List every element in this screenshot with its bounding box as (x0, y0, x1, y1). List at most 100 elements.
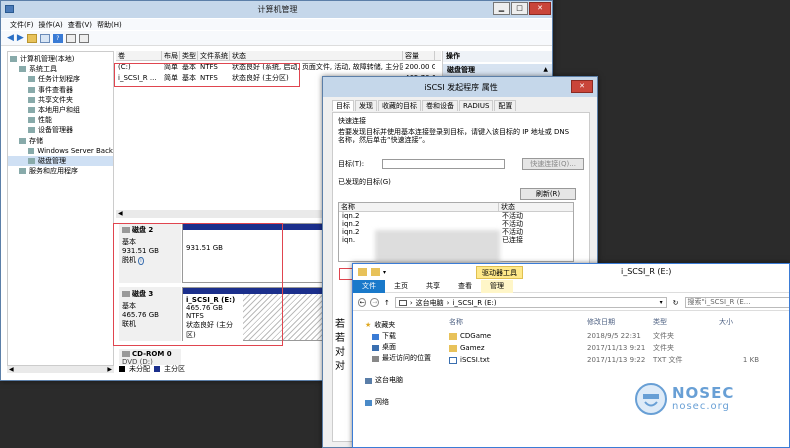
iscsi-tab[interactable]: 目标 (332, 100, 354, 111)
nav-desktop[interactable]: 桌面 (353, 342, 441, 353)
tree-item[interactable]: 事件查看器 (8, 85, 113, 95)
nosec-logo-icon (635, 383, 667, 415)
text-file-icon (449, 356, 457, 364)
iscsi-tab[interactable]: RADIUS (459, 100, 494, 111)
menu-view[interactable]: 查看(V) (63, 20, 92, 30)
tree-item[interactable]: 性能 (8, 115, 113, 125)
file-explorer-window: ▾ 驱动器工具 i_SCSI_R (E:) 文件 主页 共享 查看 管理 ← → ↑ ›… (352, 263, 790, 448)
fx-context-tab[interactable]: 驱动器工具 (476, 266, 523, 279)
fx-column-headers: 名称 修改日期 类型 大小 (443, 316, 789, 328)
col-size[interactable]: 大小 (719, 317, 759, 327)
tree-node-icon (28, 76, 35, 83)
iscsi-tab[interactable]: 卷和设备 (422, 100, 458, 111)
nosec-name: NOSEC (672, 384, 735, 402)
target-row[interactable]: iqn.2 不活动 (339, 212, 573, 220)
actions-disk-mgmt[interactable]: 磁盘管理 ▲ (443, 64, 552, 76)
volume-column-header[interactable]: 容量 (403, 50, 435, 61)
tree-item[interactable]: 任务计划程序 (8, 74, 113, 84)
obscured-text: 对 (335, 347, 345, 358)
tree-hscroll[interactable]: ◀ ▶ (7, 365, 114, 373)
close-button[interactable]: ✕ (529, 2, 551, 15)
menu-file[interactable]: 文件(F) (1, 20, 34, 30)
iscsi-title: iSCSI 发起程序 属性 (424, 82, 498, 92)
fx-ribbon-tab[interactable]: 文件 (353, 279, 385, 293)
nav-network[interactable]: 网络 (353, 397, 441, 408)
window-title: 计算机管理 (257, 5, 298, 14)
up-folder-icon[interactable] (26, 33, 37, 43)
tree-item[interactable]: 计算机管理(本地) (8, 54, 113, 64)
fx-ribbon-tab[interactable]: 共享 (417, 280, 449, 293)
fx-ribbon-tab[interactable]: 查看 (449, 280, 481, 293)
nav-recent[interactable]: 最近访问的位置 (353, 353, 441, 364)
volume-column-header[interactable]: 类型 (180, 50, 198, 61)
highlight-volumes (114, 63, 300, 87)
col-date[interactable]: 修改日期 (587, 317, 653, 327)
refresh-button[interactable]: 刷新(R) (520, 188, 576, 200)
col-name[interactable]: 名称 (443, 317, 587, 327)
tree-item[interactable]: 本地用户和组 (8, 105, 113, 115)
volume-column-header[interactable]: 状态 (230, 50, 403, 61)
title-bar: 计算机管理 ▁ □ ✕ (1, 1, 552, 18)
target-input[interactable] (381, 159, 506, 169)
iscsi-tab[interactable]: 发现 (355, 100, 377, 111)
tree-item[interactable]: 系统工具 (8, 64, 113, 74)
quick-connect-title: 快速连接 (338, 117, 366, 125)
volume-column-header[interactable]: 文件系统 (198, 50, 230, 61)
menu-help[interactable]: 帮助(H) (92, 20, 122, 30)
fx-file-row[interactable]: iSCSI.txt 2017/11/13 9:22 TXT 文件 1 KB (443, 354, 789, 366)
maximize-button[interactable]: □ (511, 2, 528, 15)
tree-item[interactable]: Windows Server Back (8, 146, 113, 156)
settings-icon[interactable] (78, 33, 89, 43)
fx-forward-icon[interactable]: → (370, 298, 379, 307)
iscsi-tab[interactable]: 收藏的目标 (378, 100, 421, 111)
fx-title-bar: ▾ 驱动器工具 i_SCSI_R (E:) (353, 264, 789, 280)
tree-panel: 计算机管理(本地) 系统工具 任务计划程序 事件查看器 共享文件夹 本地用户和组 性能 设备管… (7, 51, 114, 371)
tree-item[interactable]: 存储 (8, 136, 113, 146)
forward-icon[interactable]: ▶ (17, 33, 24, 43)
fx-file-row[interactable]: CDGame 2018/9/5 22:31 文件夹 (443, 330, 789, 342)
minimize-button[interactable]: ▁ (493, 2, 510, 15)
col-type[interactable]: 类型 (653, 317, 719, 327)
fx-refresh-icon[interactable]: ↻ (673, 299, 679, 307)
help-icon[interactable]: ? (52, 33, 63, 43)
fx-dropdown-icon[interactable]: ▾ (383, 269, 386, 276)
tree-node-icon (28, 127, 35, 134)
quick-connect-button[interactable]: 快速连接(Q)... (522, 158, 584, 170)
fx-quick-access-icon[interactable] (358, 268, 367, 276)
back-icon[interactable]: ◀ (7, 33, 14, 43)
fx-file-list: 名称 修改日期 类型 大小 CDGame 2018/9/5 22:31 文件夹 Gam… (443, 316, 789, 446)
volume-column-header[interactable]: 卷 (116, 50, 162, 61)
tree-item[interactable]: 共享文件夹 (8, 95, 113, 105)
volume-column-header[interactable]: 布局 (162, 50, 180, 61)
fx-ribbon-tab[interactable]: 管理 (481, 279, 513, 293)
view-icon[interactable] (65, 33, 76, 43)
fx-address-bar[interactable]: › 这台电脑 › i_SCSI_R (E:) ▾ (394, 297, 667, 308)
iscsi-tab[interactable]: 配置 (494, 100, 517, 111)
nav-downloads[interactable]: 下载 (353, 331, 441, 342)
iscsi-close-button[interactable]: ✕ (571, 80, 593, 93)
fx-folder-icon[interactable] (371, 268, 380, 276)
quick-connect-desc: 若要发现目标并使用基本连接登录到目标，请键入该目标的 IP 地址或 DNS 名称… (338, 128, 570, 144)
fx-ribbon-tab[interactable]: 主页 (385, 280, 417, 293)
nav-this-pc[interactable]: 这台电脑 (353, 375, 441, 386)
tree-node-icon (19, 168, 26, 175)
iscsi-tabs: 目标 发现 收藏的目标 卷和设备 RADIUS 配置 (332, 100, 517, 112)
tree-node-icon (28, 117, 35, 124)
fx-search-input[interactable]: 搜索"i_SCSI_R (E... (684, 297, 789, 308)
tree-item[interactable]: 服务和应用程序 (8, 166, 113, 176)
folder-icon (449, 344, 457, 352)
fx-back-icon[interactable]: ← (358, 298, 367, 307)
target-row[interactable]: iqn.2 不活动 (339, 220, 573, 228)
nav-favorites[interactable]: ★ 收藏夹 (353, 320, 441, 331)
obscured-text: 对 (335, 361, 345, 372)
tree-item[interactable]: 磁盘管理 (8, 155, 113, 167)
tree-node-icon (28, 107, 35, 114)
actions-title: 操作 (443, 51, 552, 62)
properties-icon[interactable] (39, 33, 50, 43)
fx-pc-icon (398, 299, 407, 306)
menu-action[interactable]: 操作(A) (34, 20, 63, 30)
fx-nav-pane: ★ 收藏夹 下载 桌面 最近访问的位置 这台电脑 网络 (353, 312, 441, 447)
fx-up-icon[interactable]: ↑ (384, 299, 390, 307)
fx-file-row[interactable]: Gamez 2017/11/13 9:21 文件夹 (443, 342, 789, 354)
tree-item[interactable]: 设备管理器 (8, 125, 113, 135)
